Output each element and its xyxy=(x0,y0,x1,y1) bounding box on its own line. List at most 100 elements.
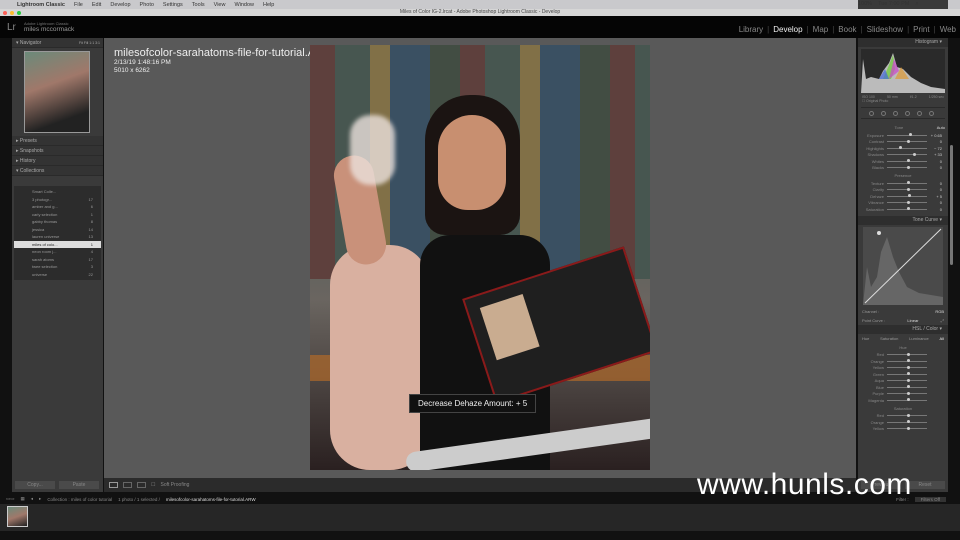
slider-track[interactable] xyxy=(887,426,927,430)
hsl-tab-all[interactable]: All xyxy=(940,336,944,341)
paste-button[interactable]: Paste xyxy=(59,481,99,489)
radial-filter-icon[interactable] xyxy=(917,110,922,116)
module-library[interactable]: Library xyxy=(739,25,763,34)
back-icon[interactable]: ◂ xyxy=(31,496,33,502)
hsl-tab-luminance[interactable]: Luminance xyxy=(909,336,929,341)
crop-tool-icon[interactable] xyxy=(869,110,874,116)
slider-track[interactable] xyxy=(887,200,927,204)
slider-thumb[interactable] xyxy=(908,194,912,198)
before-after-split-icon[interactable] xyxy=(137,482,146,488)
collection-source[interactable]: Collection : miles of color tutorial xyxy=(47,497,112,502)
channel-select[interactable]: RGB xyxy=(935,309,944,314)
original-photo-checkbox[interactable]: ☐ Original Photo xyxy=(858,99,948,103)
module-slideshow[interactable]: Slideshow xyxy=(867,25,903,34)
soft-proofing-checkbox[interactable]: ☐ xyxy=(151,482,155,488)
point-curve-select[interactable]: Linear xyxy=(907,318,918,323)
histogram-header[interactable]: Histogram ▾ xyxy=(858,38,948,47)
collection-item[interactable]: 3 photogr... 17 xyxy=(14,196,101,204)
slider-thumb[interactable] xyxy=(907,139,910,143)
slider-track[interactable] xyxy=(887,181,927,185)
menu-photo[interactable]: Photo xyxy=(140,2,154,8)
slider-thumb[interactable] xyxy=(907,352,910,356)
module-print[interactable]: Print xyxy=(913,25,929,34)
slider-thumb[interactable] xyxy=(907,359,910,363)
collections-header[interactable]: ▾ Collections xyxy=(12,166,103,176)
collection-item[interactable]: Smart Colle... xyxy=(14,188,101,196)
battery-status[interactable]: 100% xyxy=(858,0,872,9)
hsl-header[interactable]: HSL / Color ▾ xyxy=(858,324,948,334)
navigator-zoom-options[interactable]: Fit Fill 1:1 3:1 xyxy=(79,41,103,45)
slider-value[interactable]: 0 xyxy=(927,200,942,205)
slider-value[interactable]: 0 xyxy=(927,207,942,212)
menu-edit[interactable]: Edit xyxy=(92,2,101,8)
slider-thumb[interactable] xyxy=(907,159,910,163)
clock[interactable]: Tue 7:00 PM xyxy=(878,0,909,9)
module-web[interactable]: Web xyxy=(940,25,956,34)
module-develop[interactable]: Develop xyxy=(773,25,802,34)
slider-row[interactable]: Saturation 0 xyxy=(861,206,945,213)
navigator-preview[interactable] xyxy=(24,51,90,133)
slider-value[interactable]: 0 xyxy=(927,139,942,144)
slider-track[interactable] xyxy=(887,159,927,163)
slider-track[interactable] xyxy=(887,194,927,198)
slider-thumb[interactable] xyxy=(907,391,910,395)
collection-item[interactable]: carly selection 1 xyxy=(14,211,101,219)
slider-thumb[interactable] xyxy=(907,165,910,169)
module-map[interactable]: Map xyxy=(813,25,829,34)
forward-icon[interactable]: ▸ xyxy=(39,496,41,502)
slider-thumb[interactable] xyxy=(913,152,916,156)
slider-value[interactable]: 0 xyxy=(927,159,942,164)
slider-track[interactable] xyxy=(887,413,927,417)
slider-track[interactable] xyxy=(887,420,927,424)
collection-item[interactable]: amber and g... 6 xyxy=(14,203,101,211)
collection-item[interactable]: lauren universe 13 xyxy=(14,233,101,241)
tone-curve-graph[interactable] xyxy=(863,226,943,305)
menu-window[interactable]: Window xyxy=(234,2,254,8)
slider-track[interactable] xyxy=(887,187,927,191)
red-eye-icon[interactable] xyxy=(893,110,898,116)
targeted-adjust-icon[interactable]: ⤢ xyxy=(941,318,944,323)
collection-item[interactable]: universe 22 xyxy=(14,271,101,279)
slider-track[interactable] xyxy=(887,352,927,356)
history-header[interactable]: ▸ History xyxy=(12,156,103,166)
slider-value[interactable]: 0 xyxy=(927,165,942,170)
graduated-filter-icon[interactable] xyxy=(905,110,910,116)
hsl-slider-row[interactable]: Yellow xyxy=(861,426,945,433)
hsl-tab-saturation[interactable]: Saturation xyxy=(880,336,898,341)
slider-track[interactable] xyxy=(887,398,927,402)
collection-item[interactable]: jessica 14 xyxy=(14,226,101,234)
filmstrip-thumbnail[interactable] xyxy=(7,506,28,527)
slider-track[interactable] xyxy=(887,372,927,376)
slider-thumb[interactable] xyxy=(899,146,902,150)
slider-thumb[interactable] xyxy=(909,133,912,137)
slider-track[interactable] xyxy=(887,385,927,389)
slider-thumb[interactable] xyxy=(907,181,910,185)
menu-app[interactable]: Lightroom Classic xyxy=(17,2,65,8)
slider-track[interactable] xyxy=(887,378,927,382)
second-window-icon[interactable]: ▭▭ xyxy=(6,496,15,502)
slider-thumb[interactable] xyxy=(907,372,910,376)
slider-thumb[interactable] xyxy=(907,378,910,382)
slider-value[interactable]: − 72 xyxy=(927,146,942,151)
menu-file[interactable]: File xyxy=(74,2,83,8)
collection-item[interactable]: miles of colo... 1 xyxy=(14,240,101,248)
slider-thumb[interactable] xyxy=(907,207,910,211)
hsl-tab-hue[interactable]: Hue xyxy=(862,336,869,341)
menu-tools[interactable]: Tools xyxy=(192,2,205,8)
auto-button[interactable]: Auto xyxy=(937,125,945,130)
module-book[interactable]: Book xyxy=(838,25,856,34)
brush-icon[interactable] xyxy=(929,110,934,116)
slider-track[interactable] xyxy=(887,133,927,137)
copy-button[interactable]: Copy... xyxy=(15,481,55,489)
slider-value[interactable]: 0 xyxy=(927,181,942,186)
presets-header[interactable]: ▸ Presets xyxy=(12,136,103,146)
tone-curve-header[interactable]: Tone Curve ▾ xyxy=(858,215,948,225)
slider-value[interactable]: + 5 xyxy=(927,194,942,199)
snapshots-header[interactable]: ▸ Snapshots xyxy=(12,146,103,156)
slider-track[interactable] xyxy=(887,207,927,211)
slider-track[interactable] xyxy=(887,391,927,395)
slider-thumb[interactable] xyxy=(907,187,910,191)
navigator-header[interactable]: ▾ Navigator Fit Fill 1:1 3:1 xyxy=(12,38,103,48)
menu-settings[interactable]: Settings xyxy=(163,2,183,8)
slider-thumb[interactable] xyxy=(907,365,910,369)
